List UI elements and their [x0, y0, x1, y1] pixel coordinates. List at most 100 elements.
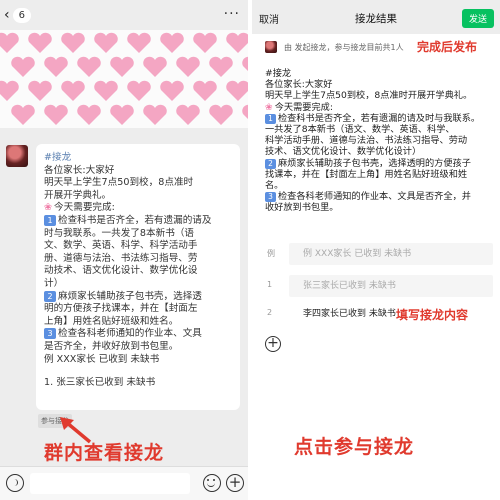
message-line: 收好放到书包里。	[265, 202, 497, 213]
message-line: 1. 张三家长已收到 未缺书	[44, 377, 232, 390]
heart-icon	[193, 32, 217, 53]
heart-icon	[28, 80, 52, 101]
line-text: 明天早上学生7点50到校，8点准时开展开学典礼。	[265, 90, 473, 102]
heart-icon	[44, 56, 68, 77]
line-text: 文、数学、英语、科学、科学活动手	[44, 240, 198, 252]
heart-icon	[11, 104, 35, 125]
avatar[interactable]	[6, 145, 28, 167]
chat-message-bubble[interactable]: #接龙 各位家长:大家好 明天早上学生7点50到校，8点准时 开展开学典礼。 ❀ 今天需要…	[36, 144, 240, 410]
line-text: 上角】用姓名贴好班级和姓名。	[44, 315, 179, 327]
line-text: 计）	[44, 277, 64, 289]
message-line: #接龙	[44, 152, 232, 165]
heart-icon	[11, 56, 35, 77]
line-text: 收好放到书包里。	[265, 202, 339, 214]
plus-icon[interactable]: +	[226, 474, 244, 492]
back-button[interactable]: ‹ 6	[4, 7, 31, 23]
line-text: 册、道德与法治、书法练习指导、劳	[44, 252, 198, 264]
entry-number: 1	[267, 280, 273, 289]
chevron-left-icon: ‹	[4, 7, 10, 23]
avatar	[265, 41, 277, 53]
heart-icon	[110, 56, 134, 77]
line-text: 今天需要完成:	[54, 202, 115, 214]
heart-icon	[0, 32, 19, 53]
line-text: 找课本，并在【封面左上角】用姓名贴好班级和姓	[265, 168, 468, 180]
heart-icon	[226, 80, 248, 101]
annotation-publish: 完成后发布	[417, 40, 478, 54]
entry-input[interactable]: 张三家长已收到 未缺书	[289, 275, 493, 297]
number-icon: 3	[44, 328, 56, 340]
line-text: 明天早上学生7点50到校，8点准时	[44, 177, 194, 189]
message-line: 3 检查各科老师通知的作业本、文具是否齐全，并	[265, 191, 497, 203]
chain-result-panel: 取消 接龙结果 发送 由 发起接龙，参与接龙目前共1人 完成后发布 #接龙 各位家…	[252, 0, 500, 500]
message-line: 找课本，并在【封面左上角】用姓名贴好班级和姓	[265, 169, 497, 180]
heart-icon	[176, 104, 200, 125]
line-text: 技术、语文优化设计、数学优化设计）	[265, 146, 422, 158]
line-text: 明的方便孩子找课本，并在【封面左	[44, 303, 198, 315]
heart-icon	[193, 80, 217, 101]
chain-summary: 由 发起接龙，参与接龙目前共1人	[284, 43, 404, 52]
group-chat-panel: ‹ 6 ··· #接龙 各位家长:大家好 明天早上学生7点50到校，8点准时 开展开学…	[0, 0, 248, 500]
send-button[interactable]: 发送	[461, 9, 494, 28]
heart-icon	[77, 104, 101, 125]
message-line: 上角】用姓名贴好班级和姓名。	[44, 316, 232, 329]
emoji-icon[interactable]	[203, 474, 221, 492]
message-line: 册、道德与法治、书法练习指导、劳	[44, 253, 232, 266]
line-text: 名。	[265, 180, 284, 192]
line-text: 检查各科老师通知的作业本、文具是否齐全，并	[278, 191, 471, 203]
message-line: 时与我联系。一共发了8本新书（语	[44, 228, 232, 241]
message-line: ❀ 今天需要完成:	[265, 102, 497, 113]
more-icon[interactable]: ···	[224, 6, 240, 22]
heart-icon	[110, 104, 134, 125]
flower-icon: ❀	[265, 101, 273, 113]
heart-icon	[242, 104, 248, 119]
heart-icon	[242, 56, 248, 71]
heart-icon	[94, 80, 118, 101]
heart-icon	[44, 104, 68, 125]
line-text: 麻烦家长辅助孩子包书壳，选择透	[58, 290, 202, 302]
message-line: 明天早上学生7点50到校，8点准时	[44, 177, 232, 190]
message-line: 计）	[44, 278, 232, 291]
heart-icon	[61, 80, 85, 101]
chain-description: #接龙 各位家长:大家好 明天早上学生7点50到校，8点准时开展开学典礼。 ❀ 今天需要…	[265, 68, 497, 214]
caption-view-chain: 群内查看接龙	[44, 442, 165, 464]
voice-icon[interactable]	[6, 474, 24, 492]
chain-header: 取消 接龙结果 发送	[252, 0, 500, 34]
heart-icon	[94, 32, 118, 53]
message-line: 科学活动手册、道德与法治、书法练习指导、劳动	[265, 135, 497, 146]
chain-entry-row: 1 张三家长已收到 未缺书	[265, 275, 495, 297]
message-line: 各位家长:大家好	[44, 165, 232, 178]
message-line: 2 麻烦家长辅助孩子包书壳，选择透	[44, 290, 232, 304]
heart-icon	[160, 80, 184, 101]
unread-count-badge: 6	[12, 7, 31, 23]
entry-input[interactable]: 例 XXX家长 已收到 未缺书	[289, 243, 493, 265]
annotation-fill-content: 填写接龙内容	[396, 308, 469, 322]
heart-icon	[226, 32, 248, 53]
line-text: 各位家长:大家好	[265, 79, 333, 91]
line-text: 检查科书是否齐全，若有遗漏的请及时与我联系。	[278, 112, 481, 124]
message-line: 是否齐全，并收好放到书包里。	[44, 341, 232, 354]
line-text: 例 XXX家长 已收到 未缺书	[44, 353, 160, 365]
flower-icon: ❀	[44, 202, 53, 214]
heart-icon	[127, 32, 151, 53]
number-icon: 2	[265, 158, 276, 169]
line-text: 检查各科老师通知的作业本、文具	[58, 328, 202, 340]
message-line: 文、数学、英语、科学、科学活动手	[44, 240, 232, 253]
heart-icon	[77, 56, 101, 77]
line-text: 开展开学典礼。	[44, 189, 112, 201]
line-text: 科学活动手册、道德与法治、书法练习指导、劳动	[265, 135, 468, 147]
chat-input-bar: +	[0, 466, 248, 500]
chain-entry-row: 例 例 XXX家长 已收到 未缺书	[265, 243, 495, 265]
add-entry-icon[interactable]: +	[265, 336, 281, 352]
line-text: 时与我联系。一共发了8本新书（语	[44, 227, 195, 239]
message-line: 1 检查科书是否齐全，若有遗漏的请及时与我联系。	[265, 113, 497, 124]
line-text: 麻烦家长辅助孩子包书壳，选择透明的方便孩子	[278, 157, 471, 169]
number-icon: 2	[44, 290, 56, 302]
message-input[interactable]	[30, 473, 190, 494]
message-line: 一共发了8本新书（语文、数学、英语、科学、	[265, 124, 497, 135]
message-line: 各位家长:大家好	[265, 79, 497, 90]
heart-icon	[143, 104, 167, 125]
message-line: 3 检查各科老师通知的作业本、文具	[44, 328, 232, 341]
number-icon: 1	[265, 113, 276, 124]
message-line: 技术、语文优化设计、数学优化设计）	[265, 146, 497, 157]
heart-icon	[160, 32, 184, 53]
